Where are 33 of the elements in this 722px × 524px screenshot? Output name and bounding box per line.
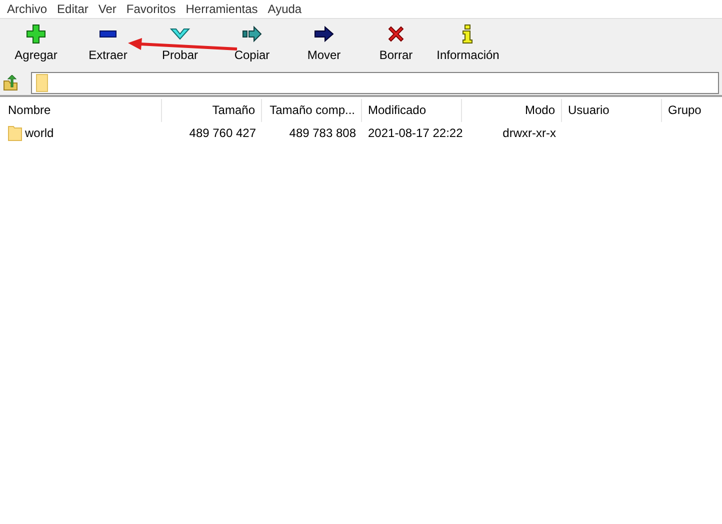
menu-item[interactable]: Ayuda bbox=[262, 2, 307, 16]
toolbar-button[interactable]: Borrar bbox=[360, 19, 432, 71]
menu-item[interactable]: Editar bbox=[52, 2, 94, 16]
toolbar-button[interactable]: Mover bbox=[288, 19, 360, 71]
column-header[interactable]: Modo bbox=[462, 99, 562, 122]
path-field[interactable] bbox=[31, 72, 719, 94]
table-cell: 489 760 427 bbox=[189, 126, 256, 140]
cross-icon bbox=[386, 24, 406, 44]
toolbar-button[interactable]: Extraer bbox=[72, 19, 144, 71]
column-header[interactable]: Modificado bbox=[362, 99, 462, 122]
table-cell: 489 783 808 bbox=[289, 126, 356, 140]
table-cell: drwxr-xr-x bbox=[502, 126, 556, 140]
toolbar-button[interactable]: Probar bbox=[144, 19, 216, 71]
arrow-right-icon bbox=[314, 24, 334, 44]
table-cell: 2021-08-17 22:22 bbox=[368, 126, 463, 140]
toolbar-button[interactable]: Información bbox=[432, 19, 504, 71]
arrow-right-icon bbox=[242, 24, 262, 44]
menu-item[interactable]: Ver bbox=[93, 2, 122, 16]
column-header[interactable]: Grupo bbox=[662, 99, 722, 122]
toolbar-button[interactable]: Copiar bbox=[216, 19, 288, 71]
toolbar-button[interactable]: Agregar bbox=[0, 19, 72, 71]
column-header[interactable]: Tamaño bbox=[162, 99, 262, 122]
file-name[interactable]: world bbox=[25, 126, 54, 140]
folder-icon bbox=[36, 74, 48, 92]
menu-item[interactable]: Archivo bbox=[2, 2, 52, 16]
column-header[interactable]: Tamaño comp... bbox=[262, 99, 362, 122]
folder-icon bbox=[8, 124, 22, 140]
column-header[interactable]: Usuario bbox=[562, 99, 662, 122]
menu-item[interactable]: Favoritos bbox=[121, 2, 181, 16]
column-header[interactable]: Nombre bbox=[0, 99, 162, 122]
menu-item[interactable]: Herramientas bbox=[180, 2, 263, 16]
folder-up-icon[interactable] bbox=[3, 75, 19, 91]
plus-icon bbox=[26, 24, 46, 44]
